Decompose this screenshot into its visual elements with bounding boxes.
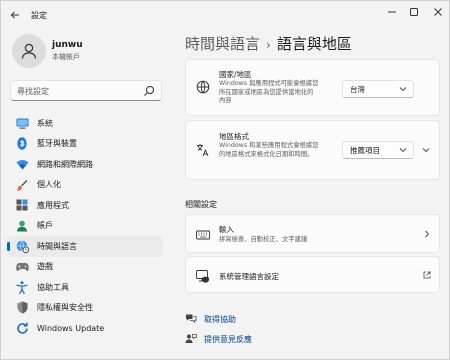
sidebar-item-privacy[interactable]: 隱私權與安全性 — [7, 298, 163, 319]
sidebar-item-label: Windows Update — [37, 323, 105, 333]
expand-chevron-icon[interactable] — [422, 146, 430, 154]
format-language-icon — [197, 144, 209, 157]
close-button[interactable] — [427, 3, 449, 21]
maximize-button[interactable] — [403, 3, 425, 21]
app-title: 設定 — [31, 11, 47, 20]
give-feedback-link[interactable]: 提供意見反應 — [185, 333, 252, 345]
country-region-value: 台灣 — [350, 84, 365, 94]
bluetooth-icon — [15, 137, 29, 151]
external-link-icon — [423, 271, 431, 279]
search-input[interactable] — [17, 84, 137, 98]
maximize-icon — [410, 8, 418, 16]
chevron-right-icon — [425, 230, 430, 238]
sidebar-item-label: 個人化 — [37, 180, 61, 190]
sidebar-item-apps[interactable]: 應用程式 — [7, 195, 163, 216]
avatar[interactable] — [12, 34, 46, 68]
sidebar-item-label: 藍牙與裝置 — [37, 139, 77, 149]
country-region-description: Windows 與應用程式可能會根據您所在國家或地區為您提供當地化的內容 — [219, 80, 319, 104]
sidebar-nav: 系統 藍牙與裝置 網路和網際網路 個人化 應用程式 帳戶 時間與語言 遊戲 協助… — [7, 113, 163, 339]
sidebar-item-label: 協助工具 — [37, 282, 69, 292]
country-region-title: 國家/地區 — [219, 70, 252, 79]
sidebar-item-windows-update[interactable]: Windows Update — [7, 318, 163, 339]
sidebar-item-label: 遊戲 — [37, 262, 53, 272]
chevron-down-icon — [399, 148, 407, 153]
help-icon — [186, 314, 197, 324]
sidebar-item-label: 隱私權與安全性 — [37, 303, 93, 313]
person-icon — [15, 219, 29, 233]
globe-icon — [196, 80, 210, 94]
keyboard-icon — [196, 230, 210, 240]
typing-title: 輸入 — [219, 225, 234, 234]
sidebar-item-label: 帳戶 — [37, 221, 53, 231]
sidebar-item-label: 系統 — [37, 118, 53, 128]
feedback-icon — [185, 334, 197, 343]
typing-card[interactable]: 輸入 拼寫檢查、自動校正、文字建議 — [185, 214, 440, 253]
admin-language-title: 系統管理語言設定 — [219, 272, 279, 281]
search-icon[interactable] — [143, 85, 155, 97]
regional-format-description: Windows 和某些應用程式會根據您的地區格式來格式化日期和時間。 — [219, 142, 319, 158]
get-help-label: 取得協助 — [204, 314, 236, 324]
sidebar-item-accounts[interactable]: 帳戶 — [7, 216, 163, 237]
person-icon — [21, 43, 37, 59]
country-region-dropdown[interactable]: 台灣 — [342, 80, 414, 98]
regional-format-title: 地區格式 — [219, 132, 249, 141]
admin-language-card[interactable]: 系統管理語言設定 — [185, 256, 440, 293]
user-name: junwu — [52, 40, 83, 50]
sidebar-item-time-language[interactable]: 時間與語言 — [7, 236, 163, 257]
page-title: 語言與地區 — [276, 35, 352, 53]
chevron-down-icon — [399, 87, 407, 92]
related-settings-title: 相關設定 — [185, 200, 217, 209]
sidebar-item-system[interactable]: 系統 — [7, 113, 163, 134]
country-region-card: 國家/地區 Windows 與應用程式可能會根據您所在國家或地區為您提供當地化的… — [185, 59, 440, 116]
minimize-button[interactable] — [381, 3, 403, 21]
breadcrumb: 時間與語言 › 語言與地區 — [185, 33, 352, 54]
accessibility-icon — [15, 280, 29, 294]
sidebar-item-label: 應用程式 — [37, 200, 69, 210]
sidebar-item-label: 網路和網際網路 — [37, 159, 93, 169]
shield-icon — [15, 301, 29, 315]
regional-format-dropdown[interactable]: 推薦項目 — [342, 141, 414, 159]
give-feedback-label: 提供意見反應 — [204, 334, 252, 344]
sidebar-item-network[interactable]: 網路和網際網路 — [7, 154, 163, 175]
regional-format-value: 推薦項目 — [350, 145, 380, 155]
search-box[interactable] — [10, 80, 162, 101]
sidebar-item-personalization[interactable]: 個人化 — [7, 175, 163, 196]
wifi-icon — [15, 157, 29, 171]
title-bar: 設定 — [1, 1, 449, 29]
back-arrow-icon — [10, 11, 19, 19]
admin-language-icon — [196, 270, 209, 283]
breadcrumb-separator: › — [266, 38, 271, 52]
back-button[interactable] — [7, 7, 23, 23]
get-help-link[interactable]: 取得協助 — [185, 313, 236, 325]
breadcrumb-parent[interactable]: 時間與語言 — [185, 35, 260, 53]
brush-icon — [15, 178, 29, 192]
monitor-icon — [15, 116, 29, 130]
account-type: 本機帳戶 — [52, 53, 80, 61]
sidebar-item-label: 時間與語言 — [37, 241, 77, 251]
globe-clock-icon — [15, 239, 29, 253]
minimize-icon — [388, 11, 396, 13]
update-icon — [15, 321, 29, 335]
typing-description: 拼寫檢查、自動校正、文字建議 — [219, 236, 308, 243]
sidebar-item-accessibility[interactable]: 協助工具 — [7, 277, 163, 298]
sidebar-item-gaming[interactable]: 遊戲 — [7, 257, 163, 278]
close-icon — [434, 8, 442, 16]
regional-format-card[interactable]: 地區格式 Windows 和某些應用程式會根據您的地區格式來格式化日期和時間。 … — [185, 120, 440, 180]
apps-icon — [15, 198, 29, 212]
gamepad-icon — [15, 260, 29, 274]
sidebar-item-bluetooth[interactable]: 藍牙與裝置 — [7, 134, 163, 155]
settings-window: 設定 junwu 本機帳戶 系統 — [0, 0, 450, 360]
